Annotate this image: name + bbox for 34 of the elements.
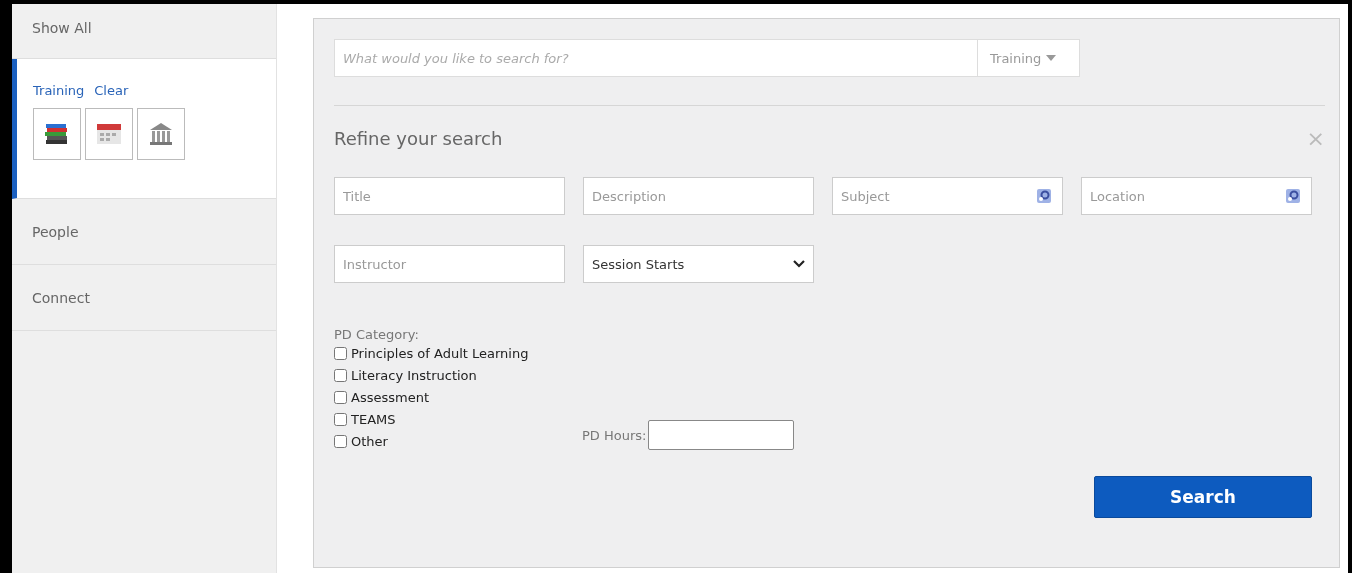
section-title: Refine your search xyxy=(334,128,503,149)
text-field[interactable]: Instructor xyxy=(334,245,565,283)
sidebar-item[interactable]: People xyxy=(12,199,276,265)
checkbox-option[interactable]: Principles of Adult Learning xyxy=(334,342,582,364)
session-dropdown[interactable]: Session Starts xyxy=(583,245,814,283)
checkbox-option[interactable]: Assessment xyxy=(334,386,582,408)
category-label: PD Category: xyxy=(334,327,420,342)
lookup-icon xyxy=(1286,189,1300,203)
type-tile[interactable] xyxy=(137,108,185,160)
checkbox[interactable] xyxy=(334,434,347,448)
hours-field[interactable] xyxy=(648,420,795,450)
search-button[interactable]: Search xyxy=(1094,476,1312,518)
sidebar-item[interactable]: Training Clear xyxy=(12,59,276,199)
checkbox[interactable] xyxy=(334,368,347,382)
type-tile[interactable] xyxy=(33,108,81,160)
checkbox-option[interactable]: TEAMS xyxy=(334,408,582,430)
text-field[interactable]: Title xyxy=(334,177,565,215)
checkbox-option[interactable]: Other xyxy=(334,430,582,452)
lookup-field[interactable]: Subject xyxy=(832,177,1063,215)
chevron-icon xyxy=(793,260,805,268)
checkbox-option[interactable]: Literacy Instruction xyxy=(334,364,582,386)
checkbox[interactable] xyxy=(334,412,347,426)
search-field[interactable]: What would you like to search for? xyxy=(334,39,978,77)
hours-label: PD Hours: xyxy=(582,427,647,443)
sidebar-item[interactable]: Connect xyxy=(12,265,276,331)
lookup-icon xyxy=(1037,189,1051,203)
checkbox[interactable] xyxy=(334,346,347,360)
category-link[interactable]: Training xyxy=(33,83,85,98)
checkbox[interactable] xyxy=(334,390,347,404)
caret-icon xyxy=(1046,55,1057,61)
type-tile[interactable] xyxy=(85,108,133,160)
clear-link[interactable]: Clear xyxy=(94,83,129,98)
lookup-field[interactable]: Location xyxy=(1081,177,1312,215)
text-field[interactable]: Description xyxy=(583,177,814,215)
